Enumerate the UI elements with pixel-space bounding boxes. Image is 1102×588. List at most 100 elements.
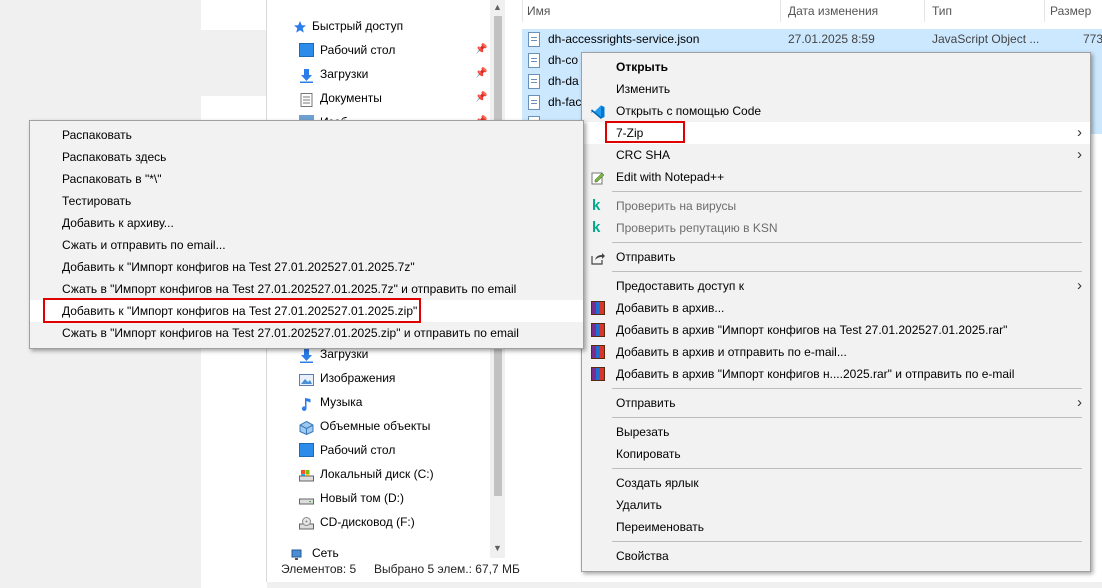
submenu-item-compress-7z-email[interactable]: Сжать в "Импорт конфигов на Test 27.01.2… [30,278,583,300]
submenu-item-test[interactable]: Тестировать [30,190,583,212]
menu-item-send-to[interactable]: Отправить › [582,392,1090,414]
scroll-down-arrow-icon[interactable]: ▼ [493,543,502,553]
background-window-top [201,0,267,30]
vscode-icon [591,104,605,120]
submenu-item-compress-email[interactable]: Сжать и отправить по email... [30,234,583,256]
menu-item-crc-sha[interactable]: CRC SHA › [582,144,1090,166]
file-date: 27.01.2025 8:59 [788,32,875,46]
pin-icon: 📌 [475,92,488,103]
nav-item-label: Рабочий стол [320,443,396,457]
drive-icon [299,467,314,482]
downloads-icon [299,67,314,83]
nav-item-label: Изображения [320,371,396,385]
menu-item-create-shortcut[interactable]: Создать ярлык [582,472,1090,494]
winrar-icon [591,301,605,315]
menu-item-copy[interactable]: Копировать [582,443,1090,465]
chevron-right-icon: › [1077,146,1082,163]
file-name: dh-co [548,53,579,67]
menu-separator [612,271,1082,272]
music-icon [299,395,314,411]
nav-item-music[interactable]: Музыка [267,390,487,414]
menu-item-winrar-add-rar[interactable]: Добавить в архив "Импорт конфигов на Tes… [582,319,1090,341]
json-file-icon [528,32,540,47]
documents-icon [299,91,314,107]
file-name: dh-da [548,74,579,88]
menu-separator [612,468,1082,469]
nav-item-desktop[interactable]: Рабочий стол 📌 [267,38,487,62]
kaspersky-icon: k [592,197,601,214]
nav-item-downloads[interactable]: Загрузки 📌 [267,62,487,86]
menu-separator [612,541,1082,542]
column-separator [780,0,781,22]
menu-item-rename[interactable]: Переименовать [582,516,1090,538]
nav-item-pictures[interactable]: Изображения [267,366,487,390]
nav-item-drive-d[interactable]: Новый том (D:) [267,486,487,510]
menu-item-open[interactable]: Открыть [582,56,1090,78]
menu-item-open-with-code[interactable]: Открыть с помощью Code [582,100,1090,122]
nav-item-documents[interactable]: Документы 📌 [267,86,487,110]
winrar-icon [591,345,605,359]
desktop-icon [299,443,314,457]
share-icon [591,250,605,265]
submenu-item-extract-to[interactable]: Распаковать в "*\" [30,168,583,190]
menu-item-cut[interactable]: Вырезать [582,421,1090,443]
submenu-item-add-7z[interactable]: Добавить к "Импорт конфигов на Test 27.0… [30,256,583,278]
menu-item-grant-access[interactable]: Предоставить доступ к › [582,275,1090,297]
submenu-item-extract-here[interactable]: Распаковать здесь [30,146,583,168]
nav-item-3d-objects[interactable]: Объемные объекты [267,414,487,438]
nav-quick-access-label: Быстрый доступ [312,19,404,33]
file-size: 773 [1083,32,1102,46]
nav-item-drive-c[interactable]: Локальный диск (C:) [267,462,487,486]
file-type: JavaScript Object ... [932,32,1040,46]
nav-item-label: Документы [320,91,382,105]
menu-item-edit[interactable]: Изменить [582,78,1090,100]
submenu-item-compress-zip-email[interactable]: Сжать в "Импорт конфигов на Test 27.01.2… [30,322,583,344]
menu-item-delete[interactable]: Удалить [582,494,1090,516]
menu-item-winrar-add[interactable]: Добавить в архив... [582,297,1090,319]
drive-icon [299,491,314,505]
column-size[interactable]: Размер [1050,0,1091,22]
nav-item-label: Музыка [320,395,363,409]
nav-item-label: Объемные объекты [320,419,431,433]
winrar-icon [591,323,605,337]
pin-icon: 📌 [475,68,488,79]
json-file-icon [528,74,540,89]
nav-item-label: Новый том (D:) [320,491,404,505]
scroll-up-arrow-icon[interactable]: ▲ [493,2,502,12]
nav-item-desktop-pc[interactable]: Рабочий стол [267,438,487,462]
nav-item-label: Рабочий стол [320,43,396,57]
column-date[interactable]: Дата изменения [788,0,878,22]
menu-item-check-virus[interactable]: k Проверить на вирусы [582,195,1090,217]
menu-item-share[interactable]: Отправить [582,246,1090,268]
submenu-item-add-archive[interactable]: Добавить к архиву... [30,212,583,234]
menu-separator [612,242,1082,243]
menu-item-notepadpp[interactable]: Edit with Notepad++ [582,166,1090,188]
file-name: dh-fac [548,95,582,109]
menu-separator [612,191,1082,192]
status-item-count: Элементов: 5 [281,562,357,576]
column-separator [924,0,925,22]
json-file-icon [528,53,540,68]
menu-item-winrar-add-email[interactable]: Добавить в архив и отправить по e-mail..… [582,341,1090,363]
cd-drive-icon [299,515,314,530]
pin-icon: 📌 [475,44,488,55]
menu-item-winrar-add-rar-email[interactable]: Добавить в архив "Импорт конфигов н....2… [582,363,1090,385]
column-type[interactable]: Тип [932,0,952,22]
desktop-icon [299,43,314,57]
menu-item-check-ksn[interactable]: k Проверить репутацию в KSN [582,217,1090,239]
star-icon [293,18,307,33]
downloads-icon [299,347,314,363]
highlight-7zip [605,121,685,143]
column-name[interactable]: Имя [527,0,550,22]
nav-item-label: Локальный диск (C:) [320,467,434,481]
submenu-item-extract[interactable]: Распаковать [30,124,583,146]
file-row[interactable]: dh-accessrights-service.json 27.01.2025 … [522,29,1102,50]
menu-item-properties[interactable]: Свойства [582,545,1090,567]
menu-separator [612,417,1082,418]
chevron-right-icon: › [1077,277,1082,294]
nav-item-cd-drive[interactable]: CD-дисковод (F:) [267,510,487,534]
status-selection: Выбрано 5 элем.: 67,7 МБ [374,562,520,576]
highlight-add-zip [43,298,421,323]
nav-quick-access[interactable]: Быстрый доступ [267,14,487,38]
json-file-icon [528,95,540,110]
